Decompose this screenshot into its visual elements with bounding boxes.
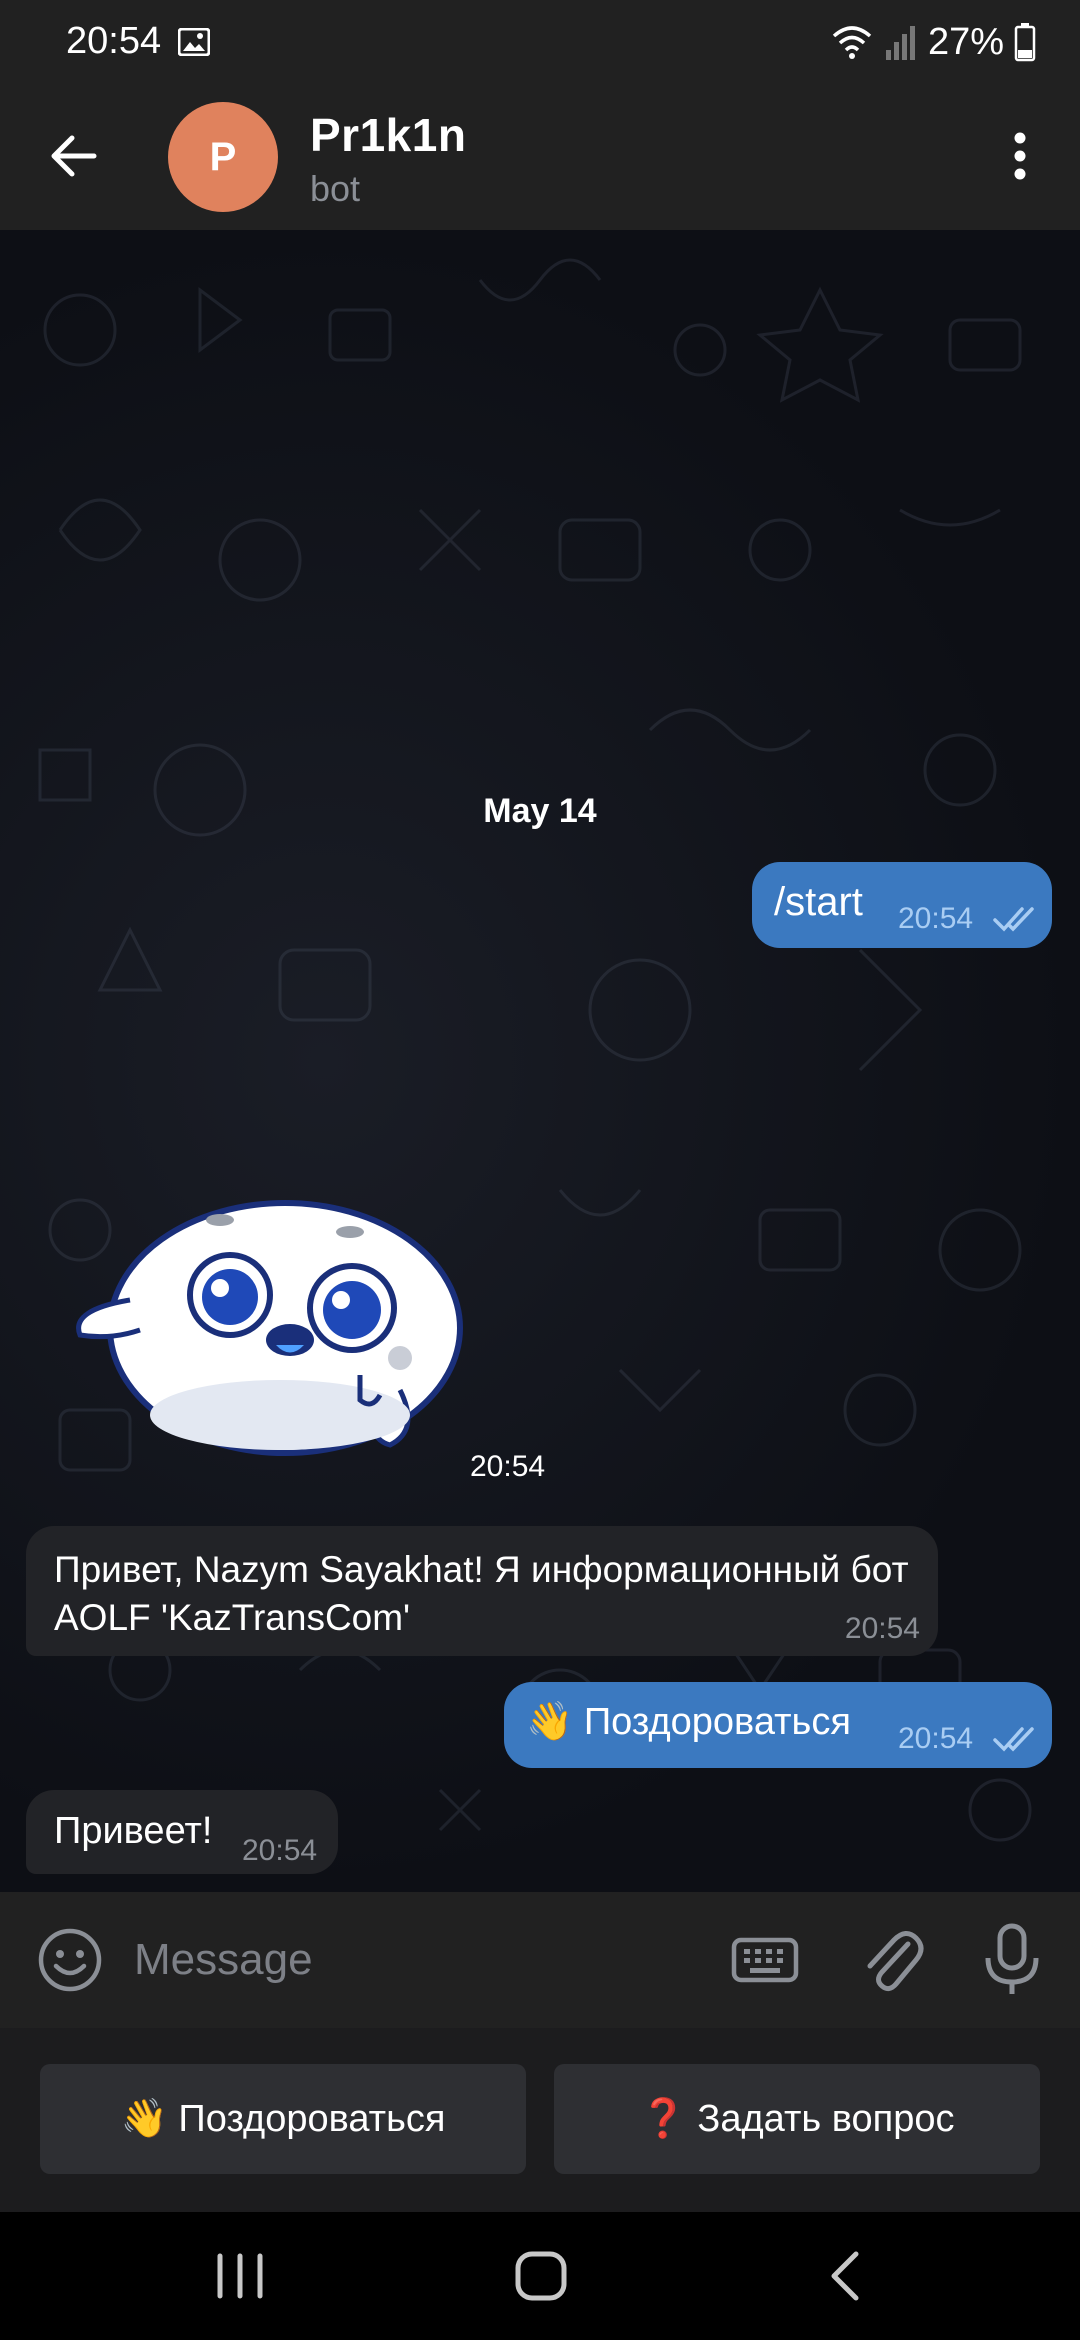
microphone-icon[interactable] (980, 1922, 1044, 1998)
message-text: 👋 Поздороваться (526, 1701, 851, 1743)
more-vertical-icon (1014, 132, 1026, 180)
nav-back-icon[interactable] (820, 2248, 870, 2304)
battery-percentage: 27% (927, 20, 1004, 63)
wifi-icon (832, 26, 872, 59)
date-separator: May 14 (483, 792, 597, 830)
message-time: 20:54 (242, 1834, 318, 1867)
keyboard-icon[interactable] (730, 1926, 800, 1994)
seal-sticker[interactable] (70, 1160, 500, 1460)
message-text: Привет, Nazym Sayakhat! Я информационный… (54, 1549, 909, 1638)
message-time: 20:54 (844, 1612, 920, 1645)
outgoing-message[interactable]: 👋 Поздороваться 20:54 (504, 1682, 1052, 1768)
chat-area[interactable]: May 14 /start 20:54 20:54 Привет, Nazym … (0, 230, 1080, 1892)
gallery-notification-icon (178, 28, 210, 56)
message-composer (0, 1892, 1080, 2028)
sticker-time: 20:54 (470, 1450, 546, 1483)
chat-title[interactable]: Pr1k1n (310, 108, 466, 162)
message-time: 20:54 (898, 1722, 974, 1755)
message-text: Привеет! (54, 1810, 213, 1852)
message-time: 20:54 (898, 902, 974, 935)
message-text: /start (774, 880, 863, 924)
more-options-button[interactable] (990, 120, 1050, 192)
incoming-message[interactable]: Привеет! 20:54 (26, 1790, 338, 1874)
signal-icon (885, 26, 915, 60)
avatar[interactable]: P (168, 102, 278, 212)
arrow-left-icon (51, 135, 97, 177)
status-icons: 27% (830, 18, 1036, 66)
emoji-icon[interactable] (36, 1926, 104, 1994)
keyboard-button-ask-question[interactable]: ❓ Задать вопрос (554, 2064, 1040, 2174)
battery-icon (1014, 23, 1036, 62)
message-input[interactable] (134, 1920, 694, 2000)
double-check-icon (993, 1727, 1034, 1752)
keyboard-button-greet[interactable]: 👋 Поздороваться (40, 2064, 526, 2174)
status-time: 20:54 (66, 20, 162, 62)
system-navigation-bar (0, 2212, 1080, 2340)
paperclip-icon[interactable] (856, 1922, 926, 1998)
home-icon[interactable] (512, 2248, 572, 2304)
chat-header: P Pr1k1n bot (0, 84, 1080, 230)
bot-keyboard: 👋 Поздороваться ❓ Задать вопрос (0, 2028, 1080, 2212)
back-button[interactable] (38, 120, 110, 192)
outgoing-message[interactable]: /start 20:54 (752, 862, 1052, 948)
double-check-icon (993, 907, 1034, 932)
incoming-message[interactable]: Привет, Nazym Sayakhat! Я информационный… (26, 1526, 938, 1656)
recent-apps-icon[interactable] (210, 2252, 270, 2300)
chat-subtitle: bot (310, 168, 361, 209)
status-bar: 20:54 27% (0, 0, 1080, 84)
